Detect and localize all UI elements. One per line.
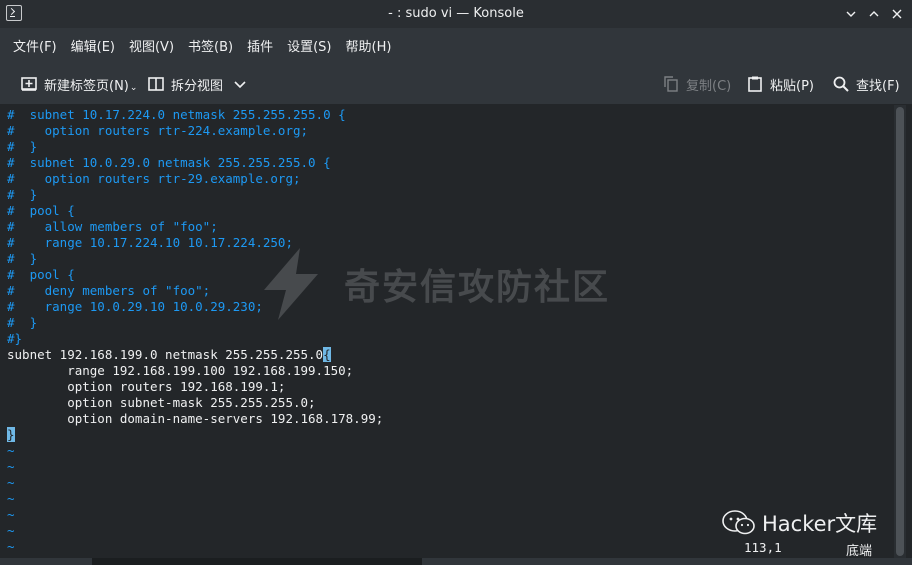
code-line: # } xyxy=(7,251,38,266)
code-line: } xyxy=(7,427,15,443)
scroll-location: 底端 xyxy=(846,544,873,559)
menu-settings[interactable]: 设置(S) xyxy=(280,36,338,55)
matched-brace: { xyxy=(323,347,331,362)
code-line: subnet 192.168.199.0 netmask 255.255.255… xyxy=(7,347,331,363)
maximize-icon[interactable] xyxy=(864,4,884,24)
find-button[interactable]: 查找(F) xyxy=(832,74,900,94)
empty-line-marker: ~ xyxy=(7,539,15,554)
close-icon[interactable] xyxy=(887,4,907,24)
menu-bar: 文件(F) 编辑(E) 视图(V) 书签(B) 插件 设置(S) 帮助(H) xyxy=(0,28,912,62)
code-line: # } xyxy=(7,315,38,330)
new-tab-dropdown-icon: ⌄ xyxy=(129,83,138,93)
code-line: option domain-name-servers 192.168.178.9… xyxy=(7,411,384,426)
split-view-icon xyxy=(147,75,165,93)
new-tab-button[interactable]: 新建标签页(N) ⌄ xyxy=(20,74,137,94)
search-icon xyxy=(832,75,850,93)
toolbar: 新建标签页(N) ⌄ 拆分视图 复制(C) 粘贴(P) 查找(F) xyxy=(0,62,912,104)
menu-bookmarks[interactable]: 书签(B) xyxy=(181,36,240,55)
empty-line-marker: ~ xyxy=(7,459,15,474)
menu-file[interactable]: 文件(F) xyxy=(6,36,64,55)
code-line: # option routers rtr-29.example.org; xyxy=(7,171,301,186)
menu-plugins[interactable]: 插件 xyxy=(240,36,280,55)
scrollbar-thumb[interactable] xyxy=(896,107,904,556)
wechat-brand: Hacker文库 xyxy=(722,508,877,538)
scrollbar[interactable] xyxy=(894,105,906,558)
menu-edit[interactable]: 编辑(E) xyxy=(64,36,122,55)
cursor-position: 113,1 xyxy=(744,540,782,555)
paste-icon xyxy=(746,75,764,93)
code-line: # option routers rtr-224.example.org; xyxy=(7,123,309,138)
empty-line-marker: ~ xyxy=(7,523,15,538)
code-line: # range 10.0.29.10 10.0.29.230; xyxy=(7,299,263,314)
paste-button[interactable]: 粘贴(P) xyxy=(746,74,814,94)
split-view-button[interactable]: 拆分视图 xyxy=(147,74,249,94)
empty-line-marker: ~ xyxy=(7,507,15,522)
wechat-icon xyxy=(722,510,755,535)
empty-line-marker: ~ xyxy=(7,491,15,506)
copy-icon xyxy=(662,75,680,93)
code-line: #} xyxy=(7,331,23,346)
menu-view[interactable]: 视图(V) xyxy=(122,36,181,55)
copy-button[interactable]: 复制(C) xyxy=(662,74,731,94)
code-line: range 192.168.199.100 192.168.199.150; xyxy=(7,363,354,378)
minimize-icon[interactable] xyxy=(841,4,861,24)
brand-text: Hacker文库 xyxy=(762,512,878,536)
empty-line-marker: ~ xyxy=(7,443,15,458)
code-line: # } xyxy=(7,187,38,202)
find-label: 查找(F) xyxy=(856,78,900,94)
background-window-edge xyxy=(92,558,422,565)
code-line: # range 10.17.224.10 10.17.224.250; xyxy=(7,235,293,250)
code-line: # subnet 10.17.224.0 netmask 255.255.255… xyxy=(7,107,346,122)
code-line: # } xyxy=(7,139,38,154)
subnet-declaration: subnet 192.168.199.0 netmask 255.255.255… xyxy=(7,347,324,362)
split-view-label: 拆分视图 xyxy=(171,78,224,94)
window-title: - : sudo vi — Konsole xyxy=(388,6,524,21)
code-line: # allow members of "foo"; xyxy=(7,219,218,234)
new-tab-icon xyxy=(20,75,38,93)
copy-label: 复制(C) xyxy=(686,78,732,94)
paste-label: 粘贴(P) xyxy=(770,78,814,94)
code-line: # pool { xyxy=(7,203,75,218)
new-tab-label: 新建标签页(N) xyxy=(44,78,129,94)
title-bar: - : sudo vi — Konsole xyxy=(0,0,912,28)
menu-help[interactable]: 帮助(H) xyxy=(339,36,399,55)
code-line: # deny members of "foo"; xyxy=(7,283,211,298)
code-line: # subnet 10.0.29.0 netmask 255.255.255.0… xyxy=(7,155,331,170)
chevron-down-icon xyxy=(231,75,249,93)
code-line: option routers 192.168.199.1; xyxy=(7,379,286,394)
code-line: option subnet-mask 255.255.255.0; xyxy=(7,395,316,410)
code-line: # pool { xyxy=(7,267,75,282)
empty-line-marker: ~ xyxy=(7,475,15,490)
terminal-view[interactable]: # subnet 10.17.224.0 netmask 255.255.255… xyxy=(3,105,892,558)
cursor: } xyxy=(7,427,15,442)
